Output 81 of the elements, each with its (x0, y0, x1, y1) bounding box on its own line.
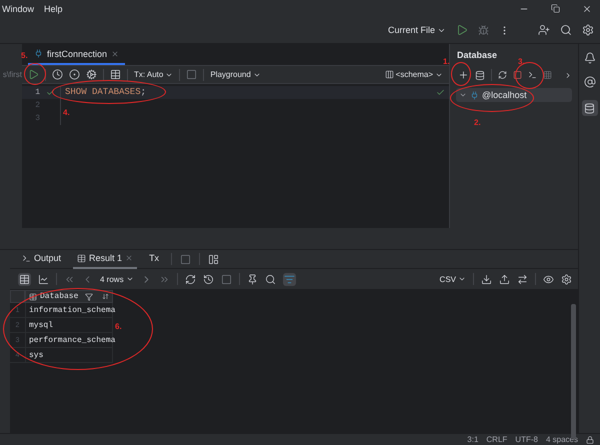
refresh-icon[interactable] (184, 274, 196, 284)
code-line: SHOW DATABASES; (60, 86, 146, 99)
database-tool-button[interactable] (582, 100, 598, 116)
mode-dropdown[interactable]: Playground (210, 70, 261, 79)
tree-item[interactable]: @localhost (456, 88, 572, 102)
check-icon (436, 88, 445, 97)
sort-icon[interactable] (102, 293, 109, 300)
connection-icon (470, 90, 479, 100)
status-item[interactable]: UTF-8 (515, 435, 538, 444)
stop-icon[interactable] (186, 69, 198, 80)
history-icon[interactable] (202, 274, 214, 284)
schema-dropdown[interactable]: <schema> (384, 70, 443, 79)
result-tab[interactable]: Tx (145, 250, 164, 268)
annotation-number: 6. (115, 322, 122, 331)
table-cell: sys (25, 348, 113, 363)
user-add-icon[interactable] (538, 24, 550, 36)
search-icon[interactable] (560, 24, 572, 36)
settings-icon[interactable] (86, 69, 97, 80)
annotation-ellipse (24, 63, 46, 85)
table-view-icon[interactable] (19, 274, 30, 284)
at-sign-icon[interactable] (584, 76, 596, 88)
settings-icon[interactable] (582, 24, 594, 36)
pin-icon[interactable] (246, 274, 258, 284)
stop-icon[interactable] (220, 274, 232, 284)
refresh-icon[interactable] (498, 70, 507, 80)
menu-item[interactable]: Window (2, 4, 34, 14)
database-icon[interactable] (474, 70, 485, 80)
transaction-dropdown[interactable]: Tx: Auto (134, 70, 174, 79)
result-tab[interactable]: Result 1 (73, 250, 138, 268)
path-text: s\first (2, 70, 22, 79)
notification-icon[interactable] (584, 52, 596, 64)
lock-icon[interactable] (586, 436, 594, 444)
close-icon[interactable] (582, 4, 592, 14)
search-icon[interactable] (264, 274, 276, 284)
annotation-number: 2. (474, 118, 481, 127)
database-icon (584, 102, 595, 114)
chart-icon[interactable] (38, 274, 49, 284)
history-icon[interactable] (52, 69, 63, 80)
debug-icon[interactable] (478, 24, 489, 36)
table-cell: mysql (25, 318, 113, 333)
annotation-number: 3. (518, 57, 525, 66)
download-icon[interactable] (481, 274, 492, 284)
result-tab[interactable]: Output (18, 250, 66, 268)
settings-icon[interactable] (561, 274, 572, 284)
chevron-down-icon (458, 275, 466, 283)
annotation-number: 5. (21, 51, 28, 60)
run-icon[interactable] (456, 24, 468, 36)
restore-icon[interactable] (551, 4, 560, 13)
terminal-icon (22, 254, 31, 262)
line-number: 1 (34, 88, 40, 97)
status-item[interactable]: CRLF (486, 435, 508, 444)
upload-icon[interactable] (499, 274, 510, 284)
table-icon (29, 292, 37, 300)
annotation-number: 1. (443, 57, 450, 66)
chevron-down-icon[interactable] (459, 91, 467, 99)
eye-icon[interactable] (543, 274, 554, 284)
table-cell: performance_schema (25, 333, 113, 348)
annotation-number: 4. (63, 108, 70, 117)
status-item[interactable]: 4 spaces (546, 435, 578, 444)
run-configuration-dropdown[interactable]: Current File (388, 25, 446, 35)
filter-icon[interactable] (85, 292, 94, 300)
rows-dropdown[interactable]: 4 rows (100, 274, 134, 284)
compare-icon[interactable] (517, 274, 528, 284)
layout-icon[interactable] (208, 254, 220, 264)
columns-icon (384, 70, 394, 79)
menu-item[interactable]: Help (44, 4, 63, 14)
table-icon[interactable] (110, 69, 121, 80)
format-dropdown[interactable]: CSV (440, 274, 466, 284)
chevron-down-icon (126, 275, 134, 283)
status-item[interactable]: 3:1 (467, 435, 478, 444)
console-icon[interactable] (528, 70, 537, 80)
grid-icon[interactable] (542, 70, 552, 80)
table-cell: information_schema (25, 303, 113, 318)
connection-icon (34, 49, 43, 58)
panel-title: Database (457, 50, 498, 60)
run-icon[interactable] (28, 69, 39, 80)
add-icon[interactable] (458, 69, 469, 81)
stop-icon[interactable] (180, 254, 192, 264)
table-icon (77, 254, 86, 262)
stop-icon[interactable] (512, 70, 522, 80)
target-icon[interactable] (69, 69, 80, 80)
